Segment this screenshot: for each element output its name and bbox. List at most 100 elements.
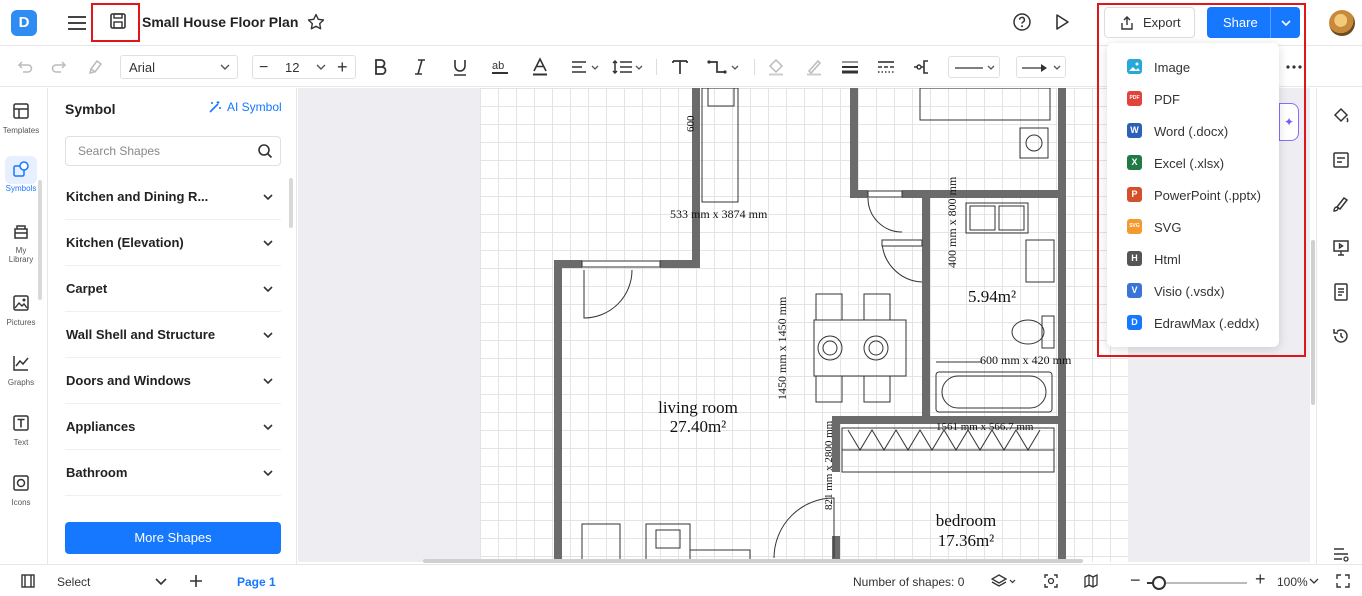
chevron-down-icon[interactable] [1308, 573, 1320, 589]
chevron-down-icon[interactable] [261, 374, 275, 388]
layers-icon[interactable] [991, 573, 1017, 589]
search-icon[interactable] [257, 143, 273, 159]
map-icon[interactable] [1083, 573, 1099, 589]
chevron-down-icon[interactable] [261, 328, 275, 342]
ai-symbol-button[interactable]: AI Symbol [208, 100, 282, 114]
fill-bucket-icon[interactable] [1331, 106, 1351, 126]
plate[interactable] [863, 335, 889, 361]
history-icon[interactable] [1331, 326, 1351, 346]
dimension-label[interactable]: 600 [685, 115, 697, 132]
line-spacing-icon[interactable] [612, 57, 644, 77]
sink-bowl[interactable] [969, 205, 996, 231]
sofa[interactable] [919, 88, 1051, 121]
horizontal-scrollbar[interactable] [423, 559, 1083, 563]
star-icon[interactable] [306, 12, 326, 32]
double-sink[interactable] [965, 202, 1029, 234]
chair[interactable] [815, 293, 843, 321]
plate[interactable] [817, 335, 843, 361]
format-painter-icon[interactable] [86, 57, 106, 77]
zoom-slider[interactable] [1147, 576, 1247, 590]
rail-item-graphs[interactable]: Graphs [0, 350, 42, 387]
zoom-slider-handle[interactable] [1152, 576, 1166, 590]
decrease-size-icon[interactable]: − [259, 59, 268, 77]
chevron-down-icon[interactable] [261, 282, 275, 296]
wall[interactable] [850, 88, 858, 196]
drawing-page[interactable]: 533 mm x 3874 mm 600 400 mm x 800 mm 5.9… [480, 88, 1128, 562]
category-item[interactable]: Doors and Windows [65, 358, 281, 404]
style-brush-icon[interactable] [1331, 194, 1351, 214]
bathtub-basin[interactable] [941, 375, 1047, 409]
line-color-icon[interactable] [804, 57, 824, 77]
bath-door[interactable] [867, 197, 903, 233]
vertical-scrollbar[interactable] [1311, 240, 1315, 405]
washer-drum[interactable] [1025, 134, 1043, 152]
dining-table[interactable] [813, 319, 907, 377]
font-size-value[interactable]: 12 [285, 60, 299, 75]
wall[interactable] [692, 88, 700, 268]
bold-icon[interactable] [370, 57, 390, 77]
document-icon[interactable] [1331, 282, 1351, 302]
arrow-style-select[interactable] [1016, 56, 1066, 78]
fit-screen-icon[interactable] [1043, 573, 1059, 589]
chair[interactable] [815, 375, 843, 403]
select-mode[interactable]: Select [57, 575, 90, 589]
strikethrough-icon[interactable]: ab [490, 57, 510, 77]
user-avatar[interactable] [1329, 10, 1355, 36]
rail-scrollbar[interactable] [38, 180, 42, 300]
undo-icon[interactable] [14, 57, 34, 77]
dimension-label[interactable]: 1561 mm x 566.7 mm [936, 421, 1034, 433]
plate[interactable] [822, 340, 838, 356]
category-item[interactable]: Kitchen and Dining R... [65, 174, 281, 220]
chevron-down-icon[interactable] [261, 190, 275, 204]
rail-item-pictures[interactable]: Pictures [0, 290, 42, 327]
text-align-icon[interactable] [570, 57, 602, 77]
underline-icon[interactable] [450, 57, 470, 77]
fullscreen-icon[interactable] [1335, 573, 1351, 589]
chair[interactable] [863, 375, 891, 403]
cushion[interactable] [655, 529, 681, 549]
line-style-select[interactable] [948, 56, 1000, 78]
add-page-icon[interactable] [188, 573, 204, 589]
line-weight-icon[interactable] [840, 57, 860, 77]
page-tab[interactable]: Page 1 [237, 575, 276, 589]
chevron-down-icon[interactable] [261, 420, 275, 434]
search-shapes-box[interactable] [65, 136, 281, 166]
dimension-label[interactable]: 1450 mm x 1450 mm [775, 296, 789, 400]
category-item[interactable]: Wall Shell and Structure [65, 312, 281, 358]
document-title[interactable]: Small House Floor Plan [142, 14, 298, 30]
presentation-icon[interactable] [1331, 238, 1351, 258]
bath-door-frame[interactable] [867, 190, 903, 198]
more-shapes-button[interactable]: More Shapes [65, 522, 281, 554]
text-tool-icon[interactable] [670, 57, 690, 77]
rail-item-symbols[interactable]: Symbols [0, 156, 42, 193]
font-color-icon[interactable] [530, 57, 550, 77]
category-item[interactable]: Kitchen (Elevation) [65, 220, 281, 266]
wall[interactable] [554, 260, 562, 562]
floor-plan[interactable]: 533 mm x 3874 mm 600 400 mm x 800 mm 5.9… [480, 88, 1128, 562]
chevron-down-icon[interactable] [153, 573, 169, 589]
rail-item-text[interactable]: Text [0, 410, 42, 447]
category-item[interactable]: Appliances [65, 404, 281, 450]
door-frame[interactable] [881, 239, 923, 247]
search-shapes-input[interactable] [78, 144, 248, 158]
bedroom-area[interactable]: 17.36m² [938, 531, 995, 550]
washer[interactable] [1019, 127, 1049, 159]
toilet[interactable] [1011, 319, 1045, 345]
font-family-select[interactable]: Arial [120, 55, 238, 79]
font-size-stepper[interactable]: − 12 + [252, 55, 356, 79]
increase-size-icon[interactable]: + [337, 57, 348, 78]
cabinet[interactable] [1025, 239, 1055, 283]
dimension-label[interactable]: 821 mm x 2800 mm [823, 420, 835, 510]
bath-area-label[interactable]: 5.94m² [968, 287, 1016, 306]
play-icon[interactable] [1052, 12, 1072, 32]
living-room-area[interactable]: 27.40m² [670, 417, 727, 436]
chevron-down-icon[interactable] [261, 466, 275, 480]
zoom-level[interactable]: 100% [1277, 575, 1308, 589]
panel-toggle-icon[interactable] [20, 573, 36, 589]
fill-color-icon[interactable] [766, 57, 786, 77]
window[interactable] [581, 260, 661, 268]
wall[interactable] [1058, 88, 1066, 562]
connector-icon[interactable] [706, 57, 740, 77]
category-item[interactable]: Carpet [65, 266, 281, 312]
italic-icon[interactable] [410, 57, 430, 77]
